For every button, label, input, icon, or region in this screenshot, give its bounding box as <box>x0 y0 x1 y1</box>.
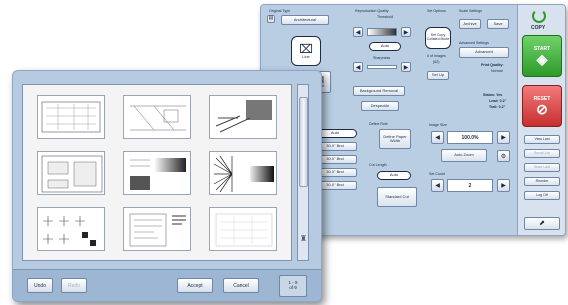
thumbnail-drawing-5[interactable] <box>123 151 191 195</box>
define-rule-label: Define Rule <box>369 122 388 126</box>
thumbnail-drawing-3[interactable] <box>209 95 277 139</box>
define-paper-width-button[interactable]: Define Paper Width <box>379 129 411 149</box>
set-count-label: Set Count <box>429 172 445 176</box>
advanced-button[interactable]: Advanced <box>459 47 509 58</box>
start-button[interactable]: START ◈ <box>522 35 562 77</box>
status-line-3: Trail: 0.2" <box>489 105 506 109</box>
images-count-value: (62) <box>433 60 440 64</box>
sharpness-slider[interactable] <box>367 65 397 69</box>
set-up-button[interactable]: Set Up <box>427 71 449 80</box>
cut-auto-button[interactable]: Auto <box>377 171 411 180</box>
sharpness-decrease-button[interactable]: ◀ <box>353 62 363 72</box>
detail-plan-thumbnail-icon <box>41 155 103 193</box>
standard-cut-button[interactable]: Standard Cut <box>377 187 417 207</box>
preview-footer: Undo Redo Accept Cancel 1 - 9 of 9 <box>13 269 321 301</box>
reproduction-quality-label: Reproduction Quality <box>355 9 389 13</box>
despeckle-button[interactable]: Despeckle <box>361 101 399 111</box>
page-indicator: 1 - 9 of 9 <box>279 275 307 297</box>
cut-length-label: Cut Length <box>369 163 387 167</box>
original-type-label: Original Type <box>269 9 291 13</box>
threshold-slider[interactable] <box>367 28 397 36</box>
set-options-label: Set Options <box>427 9 446 13</box>
set-collated-button[interactable]: Set Copy Collated Mode <box>425 27 451 49</box>
thumbnail-grid <box>22 84 292 261</box>
accept-button[interactable]: Accept <box>177 278 213 293</box>
sheet-plan-thumbnail-icon <box>129 213 186 247</box>
advanced-settings-label: Advanced Settings <box>459 41 489 45</box>
scale-settings-label: Scale Settings <box>459 9 482 13</box>
mechanical-thumbnail-icon <box>215 100 272 133</box>
original-type-select[interactable]: Architectural <box>281 15 329 25</box>
scale-option-a-button[interactable]: Archive <box>459 19 481 29</box>
threshold-increase-button[interactable]: ▶ <box>401 27 411 37</box>
line-mode-label: Line <box>302 53 310 59</box>
image-size-field[interactable]: 100.0% <box>447 131 493 144</box>
print-quality-label: Print Quality: <box>481 63 504 67</box>
thumbnail-preview-panel: ♜ Undo Redo Accept Cancel 1 - 9 of 9 <box>12 70 322 302</box>
print-quality-value: Normal <box>491 69 503 73</box>
grid-test-thumbnail-icon <box>43 216 96 246</box>
sharpness-increase-button[interactable]: ▶ <box>401 62 411 72</box>
images-count-label: # of Images <box>427 54 446 58</box>
thumbnail-drawing-7[interactable] <box>37 207 105 251</box>
threshold-label: Threshold <box>377 15 393 19</box>
line-mode-button[interactable]: ⌧ Line <box>291 36 321 66</box>
set-count-increase-button[interactable]: ▶ <box>497 179 510 192</box>
thumbnail-drawing-8[interactable] <box>123 207 191 251</box>
thumbnail-scrollbar[interactable]: ♜ <box>297 84 309 261</box>
scale-option-b-button[interactable]: Save <box>487 19 509 29</box>
floorplan-thumbnail-icon <box>41 101 101 133</box>
set-count-decrease-button[interactable]: ◀ <box>431 179 444 192</box>
screenshot-stage: Original Type ▤ Architectural ⌧ Line ▦ P… <box>0 0 568 305</box>
thumbnail-drawing-4[interactable] <box>37 151 105 195</box>
reorder-button[interactable]: Reorder <box>524 177 560 186</box>
set-count-field[interactable]: 2 <box>447 179 493 192</box>
sharpness-label: Sharpness <box>373 56 391 60</box>
gradient-chart-thumbnail-icon <box>130 158 186 190</box>
store-last-button[interactable]: Store Last <box>524 163 560 172</box>
log-off-button[interactable]: Log Off <box>524 191 560 200</box>
cancel-button[interactable]: Cancel <box>223 278 259 293</box>
help-icon[interactable]: ⬈ <box>524 217 560 230</box>
image-size-label: Image Size <box>429 123 447 127</box>
copy-mode-label: COPY <box>531 25 546 31</box>
thumbnail-drawing-6[interactable] <box>209 151 277 195</box>
start-diamond-icon: ◈ <box>536 51 548 67</box>
background-removal-button[interactable]: Background Removal <box>353 86 405 96</box>
redo-button[interactable]: Redo <box>61 278 87 293</box>
thumbnail-drawing-2[interactable] <box>123 95 191 139</box>
zoom-options-icon[interactable]: ⚙ <box>497 150 510 162</box>
power-icon <box>532 9 546 23</box>
document-icon: ▤ <box>267 15 275 23</box>
view-last-button[interactable]: View Last <box>524 135 560 144</box>
page-total: of 9 <box>289 285 297 290</box>
starburst-thumbnail-icon <box>213 155 274 193</box>
faded-plan-thumbnail-icon <box>215 213 273 247</box>
recall-job-button[interactable]: Recall Job <box>524 149 560 158</box>
scrollbar-thumb[interactable] <box>299 97 308 187</box>
image-size-increase-button[interactable]: ▶ <box>497 131 510 144</box>
undo-button[interactable]: Undo <box>27 278 53 293</box>
status-line-1: Status: Yes <box>483 93 503 97</box>
action-sidebar: COPY START ◈ RESET ⊘ View Last Recall Jo… <box>517 5 565 235</box>
trash-icon[interactable]: ♜ <box>299 233 308 245</box>
thumbnail-drawing-9[interactable] <box>209 207 277 251</box>
threshold-decrease-button[interactable]: ◀ <box>353 27 363 37</box>
sketch-thumbnail-icon <box>130 105 186 131</box>
quality-auto-button[interactable]: Auto <box>369 42 401 51</box>
reset-stop-icon: ⊘ <box>536 101 548 117</box>
auto-zoom-button[interactable]: Auto Zoom <box>441 149 487 162</box>
reset-button[interactable]: RESET ⊘ <box>522 85 562 127</box>
image-size-decrease-button[interactable]: ◀ <box>431 131 444 144</box>
status-line-2: Lead: 0.2" <box>489 99 507 103</box>
thumbnail-drawing-1[interactable] <box>37 95 105 139</box>
